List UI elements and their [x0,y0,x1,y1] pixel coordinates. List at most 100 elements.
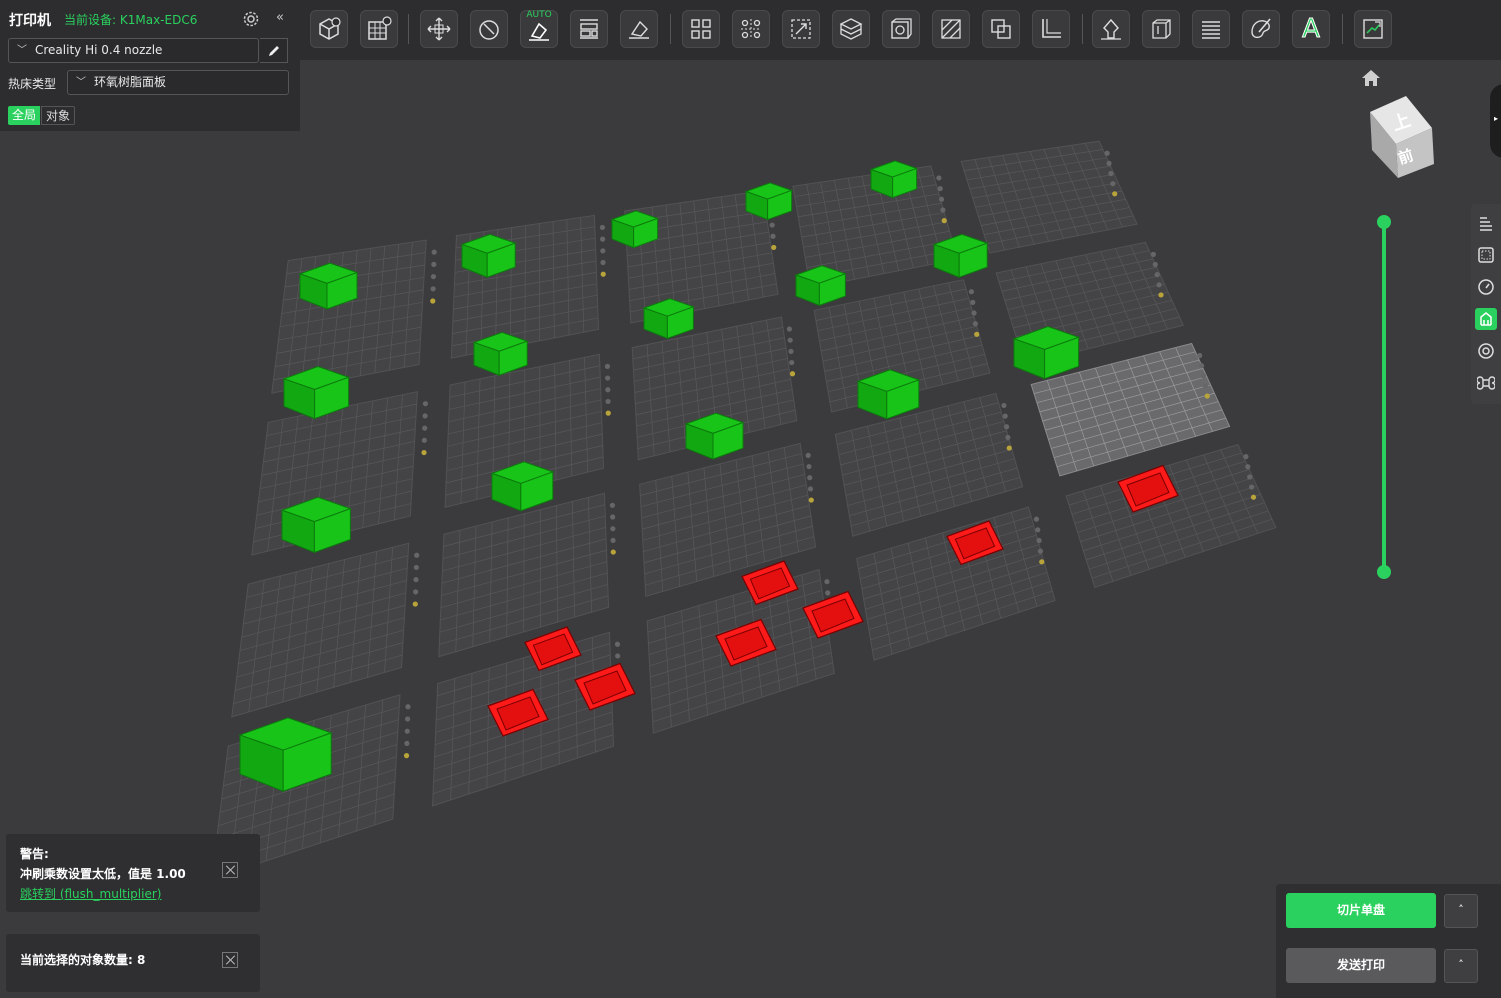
preview-button[interactable] [1475,244,1497,266]
plate-button-dot[interactable] [1202,383,1208,389]
plate-button-dot[interactable] [1156,282,1162,288]
view-cube[interactable]: 上 前 [1362,92,1438,182]
plate-button-dot[interactable] [1249,484,1255,490]
plate-button-dot[interactable] [430,273,437,280]
plate-button-dot[interactable] [1003,424,1010,430]
lay-on-face-button[interactable] [620,10,658,48]
warning-link[interactable]: 跳转到 (flush_multiplier) [20,884,246,904]
plate-button-dot[interactable] [770,233,776,239]
plate-button-dot[interactable] [600,271,606,277]
plate-button-dot[interactable] [605,410,611,416]
plate-button-dot[interactable] [422,413,428,419]
plate-button-dot[interactable] [605,398,611,405]
slice-plate-button[interactable]: 切片单盘 [1286,893,1436,928]
plate-button-dot[interactable] [413,564,419,571]
plate-button-dot[interactable] [430,286,436,292]
support-paint-button[interactable] [932,10,970,48]
text-tool-button[interactable]: A [1292,10,1330,48]
plate-button-dot[interactable] [404,740,410,747]
gear-icon[interactable] [242,10,260,28]
slice-options-chevron-icon[interactable]: ˄ [1444,894,1478,928]
plate-button-dot[interactable] [1108,170,1114,177]
plate-button-dot[interactable] [605,375,611,381]
add-plate-button[interactable] [360,10,398,48]
plate-button-dot[interactable] [1245,464,1251,470]
measure-button[interactable] [1032,10,1070,48]
scale-button[interactable] [782,10,820,48]
plate-button-dot[interactable] [403,753,410,759]
move-button[interactable] [420,10,458,48]
plate-button-dot[interactable] [769,222,775,228]
close-icon[interactable] [222,952,238,968]
plate-button-dot[interactable] [1002,413,1008,419]
plate-button-dot[interactable] [615,653,621,659]
plate-button-dot[interactable] [431,249,437,255]
expand-right-panel-tab[interactable]: ▸ [1490,84,1501,158]
plate-button-dot[interactable] [968,289,975,295]
plate-button-dot[interactable] [937,186,943,192]
plate-button-dot[interactable] [807,486,814,492]
plate-button-dot[interactable] [1037,548,1044,554]
plate-button-dot[interactable] [789,359,795,366]
auto-orient-button[interactable]: AUTO [520,10,558,48]
plate-button-dot[interactable] [1104,150,1110,156]
plate-button-dot[interactable] [1112,191,1118,197]
send-options-chevron-icon[interactable]: ˄ [1444,949,1478,983]
boolean-button[interactable] [982,10,1020,48]
speed-button[interactable] [1475,276,1497,298]
plate-button-dot[interactable] [806,463,812,470]
layer-slider-bottom-handle[interactable] [1377,565,1391,579]
plate-button-dot[interactable] [824,579,830,585]
plate-button-dot[interactable] [1247,474,1253,480]
layer-slider-track[interactable] [1382,222,1386,572]
plate-button-dot[interactable] [604,363,611,369]
home-view-icon[interactable] [1360,68,1382,88]
collapse-panel-icon[interactable]: « [276,10,284,25]
plate-button-dot[interactable] [825,590,831,596]
plate-button-dot[interactable] [1152,261,1158,268]
model-cube[interactable] [744,182,794,221]
plate-button-dot[interactable] [1035,527,1041,533]
assembly-view-button[interactable] [1354,10,1392,48]
plate-button-dot[interactable] [970,299,976,305]
plate-button-dot[interactable] [1001,402,1007,409]
plate-button-dot[interactable] [786,326,793,332]
plate-button-dot[interactable] [605,387,611,393]
plate-button-dot[interactable] [413,577,419,583]
plate-button-dot[interactable] [1106,160,1112,166]
plate-button-dot[interactable] [808,497,814,503]
hollow-button[interactable] [882,10,920,48]
plate-button-dot[interactable] [412,601,418,607]
plate-button-dot[interactable] [972,321,979,327]
rotate-button[interactable] [470,10,508,48]
plate-button-dot[interactable] [405,716,411,722]
plate-button-dot[interactable] [1198,363,1205,369]
send-print-button[interactable]: 发送打印 [1286,948,1436,983]
plate-button-dot[interactable] [430,298,436,304]
plate-button-dot[interactable] [600,259,606,266]
plate-button-dot[interactable] [805,452,811,458]
plate-button-dot[interactable] [1250,494,1257,500]
plate-button-dot[interactable] [1110,181,1116,187]
plate-button-dot[interactable] [600,248,606,254]
layer-range-button[interactable] [1192,10,1230,48]
plate-button-dot[interactable] [421,437,427,443]
plate-button-dot[interactable] [807,475,813,481]
plate-button-dot[interactable] [1158,292,1164,298]
plate-button-dot[interactable] [1005,434,1011,441]
plate-button-dot[interactable] [1039,559,1045,565]
add-model-button[interactable] [310,10,348,48]
plate-button-dot[interactable] [936,175,942,181]
modifier-button[interactable] [1142,10,1180,48]
plate-button-dot[interactable] [1150,251,1156,257]
plate-button-dot[interactable] [974,331,980,337]
plate-button-dot[interactable] [1006,445,1012,451]
plate-button-dot[interactable] [610,514,616,520]
plate-button-dot[interactable] [422,401,429,407]
plate-button-dot[interactable] [788,348,794,354]
plate-button-dot[interactable] [422,425,428,431]
plate-button-dot[interactable] [1036,537,1042,544]
arrange-button[interactable] [570,10,608,48]
plate-button-dot[interactable] [1200,373,1207,379]
plate-button-dot[interactable] [610,526,616,532]
